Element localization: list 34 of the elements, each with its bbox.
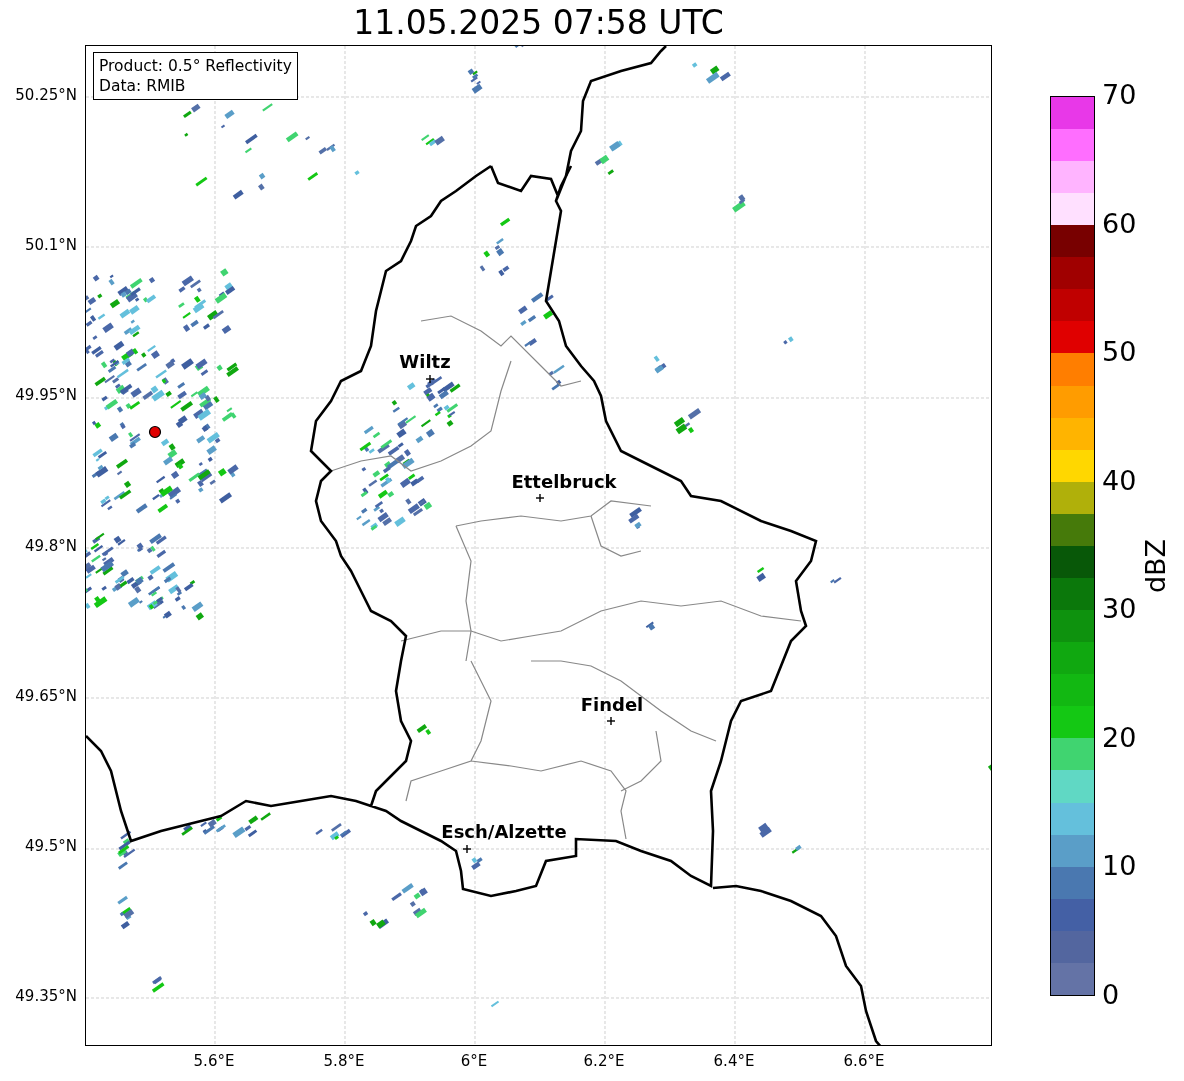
radar-site-marker: [148, 425, 162, 439]
latitude-tick-label: 49.35°N: [15, 987, 77, 1006]
longitude-tick-label: 6.4°E: [713, 1052, 755, 1070]
city-marker-icon: [462, 844, 472, 854]
colorbar-tick-label: 50: [1102, 336, 1137, 368]
colorbar-label: dBZ: [1139, 538, 1171, 594]
city-marker-icon: [606, 716, 616, 726]
latitude-tick-label: 50.25°N: [15, 86, 77, 104]
colorbar-tick-label: 70: [1102, 79, 1137, 110]
latitude-tick-label: 50.1°N: [24, 236, 77, 255]
colorbar-tick-label: 0: [1102, 979, 1120, 1010]
latitude-tick-label: 49.8°N: [24, 536, 77, 555]
chart-title: 11.05.2025 07:58 UTC: [353, 3, 724, 42]
latitude-tick-label: 49.95°N: [15, 386, 77, 405]
city-label: Wiltz: [399, 351, 451, 372]
info-text: Data: RMIB: [99, 76, 187, 96]
colorbar-tick-label: 20: [1102, 721, 1137, 753]
city-label: Findel: [580, 694, 644, 715]
colorbar-tick-label: 60: [1102, 207, 1137, 239]
latitude-tick-label: 49.5°N: [24, 837, 77, 855]
longitude-tick-label: 6.6°E: [843, 1052, 885, 1070]
longitude-tick-label: 5.8°E: [323, 1052, 365, 1070]
info-text: Product: 0.5° Reflectivity: [99, 56, 292, 76]
latitude-tick-label: 49.65°N: [15, 686, 77, 705]
city-marker-icon: [535, 493, 545, 503]
city-label: Ettelbruck: [511, 471, 617, 492]
longitude-tick-label: 6°E: [460, 1052, 488, 1070]
city-marker-icon: [425, 374, 435, 384]
city-label: Esch/Alzette: [441, 821, 567, 842]
colorbar-tick-label: 40: [1102, 464, 1137, 496]
longitude-tick-label: 5.6°E: [193, 1052, 235, 1070]
colorbar-tick-label: 30: [1102, 593, 1137, 625]
longitude-tick-label: 6.2°E: [583, 1052, 625, 1070]
colorbar-tick-label: 10: [1102, 850, 1137, 882]
